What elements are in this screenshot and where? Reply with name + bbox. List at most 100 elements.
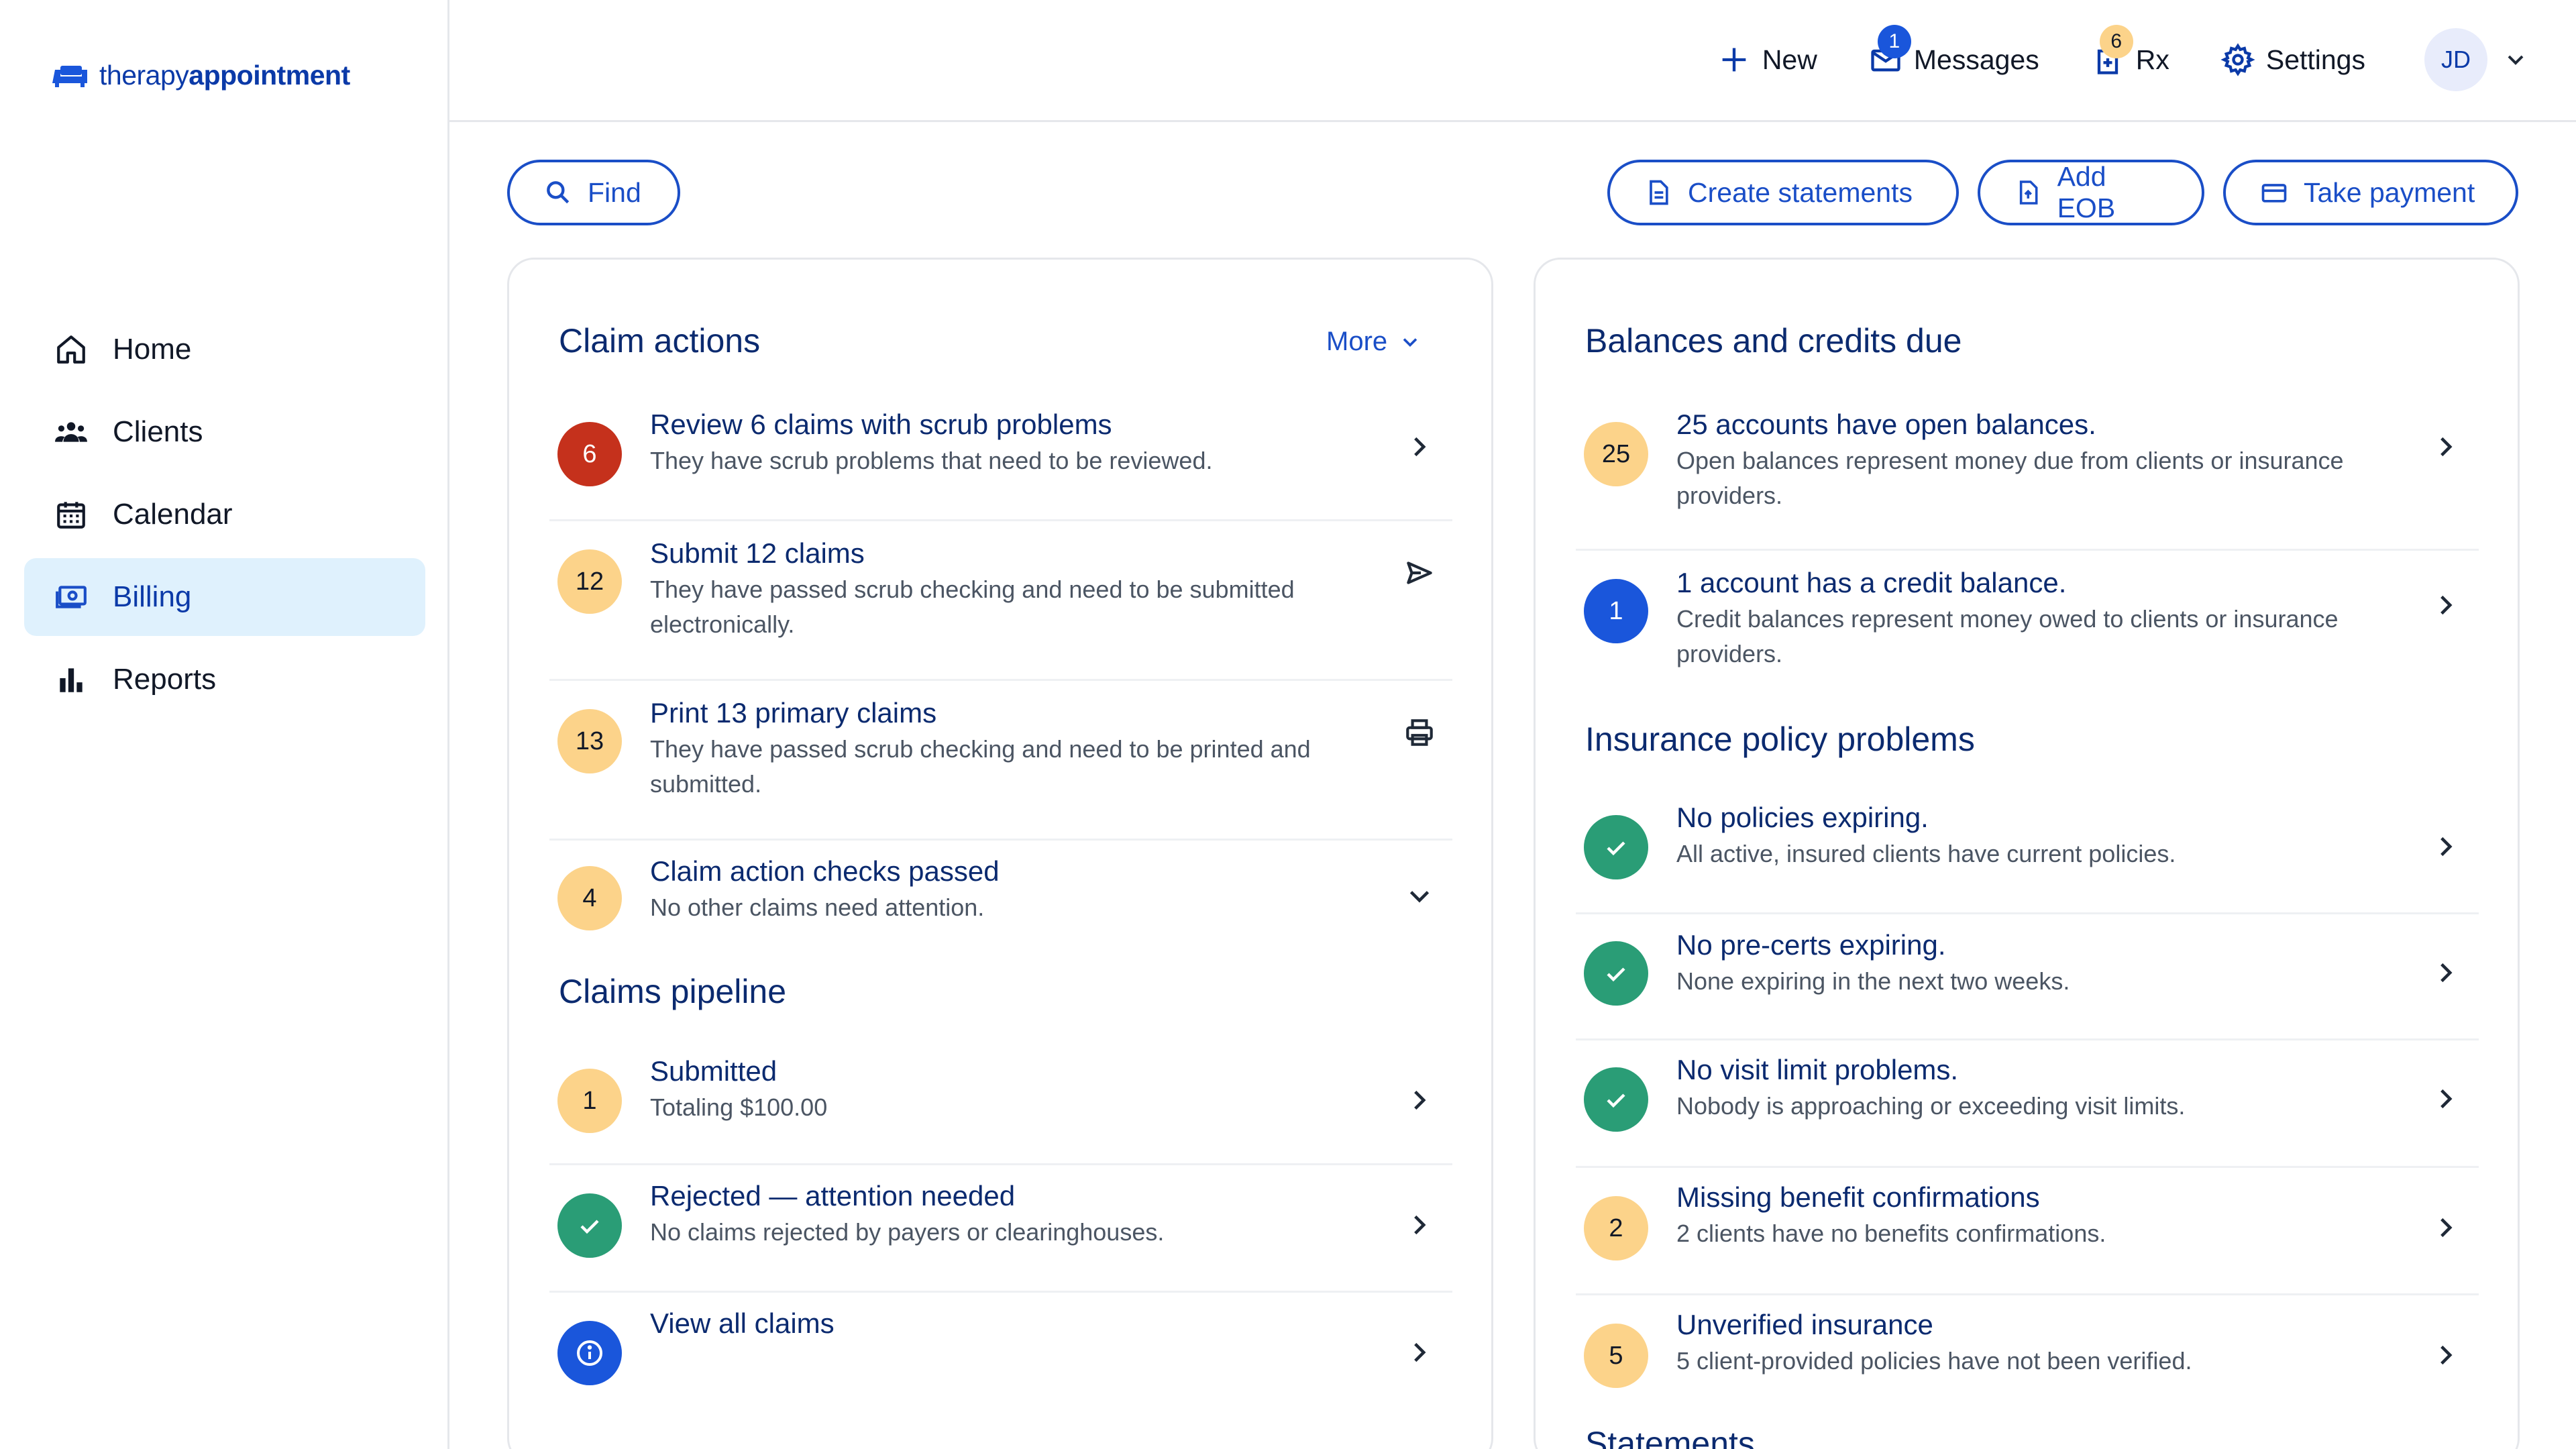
credit-card-icon: [2261, 184, 2287, 203]
messages-button[interactable]: 1 Messages: [1868, 25, 2039, 77]
rx-button[interactable]: 6 Rx: [2090, 25, 2169, 77]
row-subtitle: 5 client-provided policies have not been…: [1676, 1347, 2192, 1375]
pipeline-row-submitted[interactable]: 1 Submitted Totaling $100.00: [549, 1038, 1452, 1165]
sidebar-item-calendar[interactable]: Calendar: [24, 476, 425, 553]
row-title: Rejected — attention needed: [650, 1180, 1016, 1212]
count-badge: 13: [557, 709, 622, 773]
pipeline-row-rejected[interactable]: Rejected — attention needed No claims re…: [549, 1165, 1452, 1293]
chevron-right-icon: [1403, 1083, 1436, 1117]
messages-badge: 1: [1877, 25, 1911, 58]
sidebar-item-label: Billing: [113, 580, 192, 613]
printer-icon[interactable]: [1403, 716, 1436, 749]
check-icon: [580, 1220, 599, 1234]
sidebar-item-billing[interactable]: Billing: [24, 558, 425, 636]
chevron-down-icon[interactable]: [1403, 879, 1436, 913]
chevron-right-icon: [1403, 1336, 1436, 1369]
chevron-right-icon: [2429, 956, 2463, 989]
chevron-right-icon: [2429, 588, 2463, 622]
info-icon: [577, 1340, 602, 1366]
create-statements-button[interactable]: Create statements: [1607, 160, 1959, 225]
sidebar-item-home[interactable]: Home: [24, 311, 425, 388]
row-subtitle: Open balances represent money due from c…: [1676, 447, 2344, 509]
add-eob-button[interactable]: Add EOB: [1978, 160, 2204, 225]
take-payment-label: Take payment: [2304, 176, 2475, 208]
insurance-row-unverified[interactable]: 5 Unverified insurance 5 client-provided…: [1576, 1295, 2479, 1423]
row-subtitle: Nobody is approaching or exceeding visit…: [1676, 1092, 2186, 1120]
balances-title: Balances and credits due: [1585, 322, 1962, 360]
statements-title: Statements: [1585, 1425, 1755, 1449]
insurance-title: Insurance policy problems: [1585, 720, 1975, 758]
add-eob-label: Add EOB: [2057, 161, 2116, 223]
settings-button[interactable]: Settings: [2220, 42, 2365, 77]
check-icon: [1607, 967, 1625, 982]
settings-label: Settings: [2265, 44, 2365, 75]
row-title: View all claims: [650, 1307, 835, 1339]
logo-text-bold: appointment: [189, 59, 350, 91]
row-subtitle: Totaling $100.00: [650, 1093, 828, 1121]
row-title: Unverified insurance: [1676, 1309, 1933, 1340]
claim-actions-title: Claim actions: [559, 322, 761, 360]
sidebar-item-reports[interactable]: Reports: [24, 641, 425, 718]
home-icon: [51, 329, 91, 370]
chevron-right-icon: [2429, 1211, 2463, 1244]
file-upload-icon: [2019, 180, 2038, 205]
count-badge: 12: [557, 549, 622, 614]
reports-icon: [51, 659, 91, 700]
couch-logo-icon: [52, 66, 87, 87]
sidebar: therapyappointment Home Clients Calendar…: [0, 0, 449, 1449]
row-title: 25 accounts have open balances.: [1676, 409, 2096, 440]
find-button[interactable]: Find: [507, 160, 680, 225]
row-subtitle: No other claims need attention.: [650, 894, 985, 921]
balance-row-open[interactable]: 25 25 accounts have open balances. Open …: [1576, 391, 2479, 551]
search-icon: [547, 181, 570, 204]
sidebar-item-label: Calendar: [113, 498, 233, 531]
calendar-icon: [51, 494, 91, 535]
claim-action-row-submit[interactable]: 12 Submit 12 claims They have passed scr…: [549, 521, 1452, 681]
row-title: Print 13 primary claims: [650, 697, 937, 729]
insurance-row-policies[interactable]: No policies expiring. All active, insure…: [1576, 787, 2479, 914]
avatar[interactable]: JD: [2424, 28, 2487, 91]
messages-label: Messages: [1913, 44, 2039, 75]
count-badge: 5: [1584, 1324, 1648, 1388]
new-label: New: [1762, 44, 1817, 75]
top-bar: New 1 Messages 6 Rx Settings JD: [449, 0, 2576, 122]
logo-text: therapyappointment: [99, 60, 350, 91]
status-check-badge: [1584, 941, 1648, 1006]
logo-text-light: therapy: [99, 59, 189, 91]
count-badge: 2: [1584, 1196, 1648, 1260]
balances-card: Balances and credits due 25 25 accounts …: [1534, 258, 2520, 1449]
claim-action-row-print[interactable]: 13 Print 13 primary claims They have pas…: [549, 681, 1452, 841]
insurance-row-benefits[interactable]: 2 Missing benefit confirmations 2 client…: [1576, 1168, 2479, 1295]
chevron-right-icon: [2429, 1082, 2463, 1116]
count-badge: 1: [1584, 579, 1648, 643]
chevron-down-icon[interactable]: [2502, 46, 2529, 73]
sidebar-item-label: Clients: [113, 415, 203, 448]
chevron-right-icon: [2429, 430, 2463, 464]
sidebar-item-clients[interactable]: Clients: [24, 393, 425, 471]
billing-icon: [51, 577, 91, 617]
pipeline-row-view-all[interactable]: View all claims: [549, 1293, 1452, 1420]
send-icon[interactable]: [1403, 556, 1436, 590]
claim-action-row-scrub[interactable]: 6 Review 6 claims with scrub problems Th…: [549, 391, 1452, 521]
create-statements-label: Create statements: [1688, 176, 1913, 208]
sidebar-item-label: Reports: [113, 663, 217, 696]
count-badge: 6: [557, 422, 622, 486]
row-subtitle: They have passed scrub checking and need…: [650, 735, 1311, 798]
insurance-row-visit-limits[interactable]: No visit limit problems. Nobody is appro…: [1576, 1040, 2479, 1168]
app-logo[interactable]: therapyappointment: [52, 55, 350, 95]
more-button[interactable]: More: [1326, 327, 1422, 357]
chevron-down-icon: [1403, 337, 1417, 347]
document-icon: [1650, 180, 1668, 205]
row-title: Claim action checks passed: [650, 855, 1000, 887]
row-subtitle: 2 clients have no benefits confirmations…: [1676, 1220, 2106, 1247]
row-subtitle: All active, insured clients have current…: [1676, 840, 2176, 867]
take-payment-button[interactable]: Take payment: [2223, 160, 2518, 225]
balance-row-credit[interactable]: 1 1 account has a credit balance. Credit…: [1576, 551, 2479, 710]
insurance-row-precerts[interactable]: No pre-certs expiring. None expiring in …: [1576, 914, 2479, 1040]
new-button[interactable]: New: [1717, 42, 1817, 77]
claim-action-row-passed[interactable]: 4 Claim action checks passed No other cl…: [549, 841, 1452, 968]
claims-pipeline-title: Claims pipeline: [559, 973, 787, 1010]
status-check-badge: [1584, 815, 1648, 879]
row-title: 1 account has a credit balance.: [1676, 567, 2067, 598]
claims-card: Claim actions More 6 Review 6 claims wit…: [507, 258, 1493, 1449]
